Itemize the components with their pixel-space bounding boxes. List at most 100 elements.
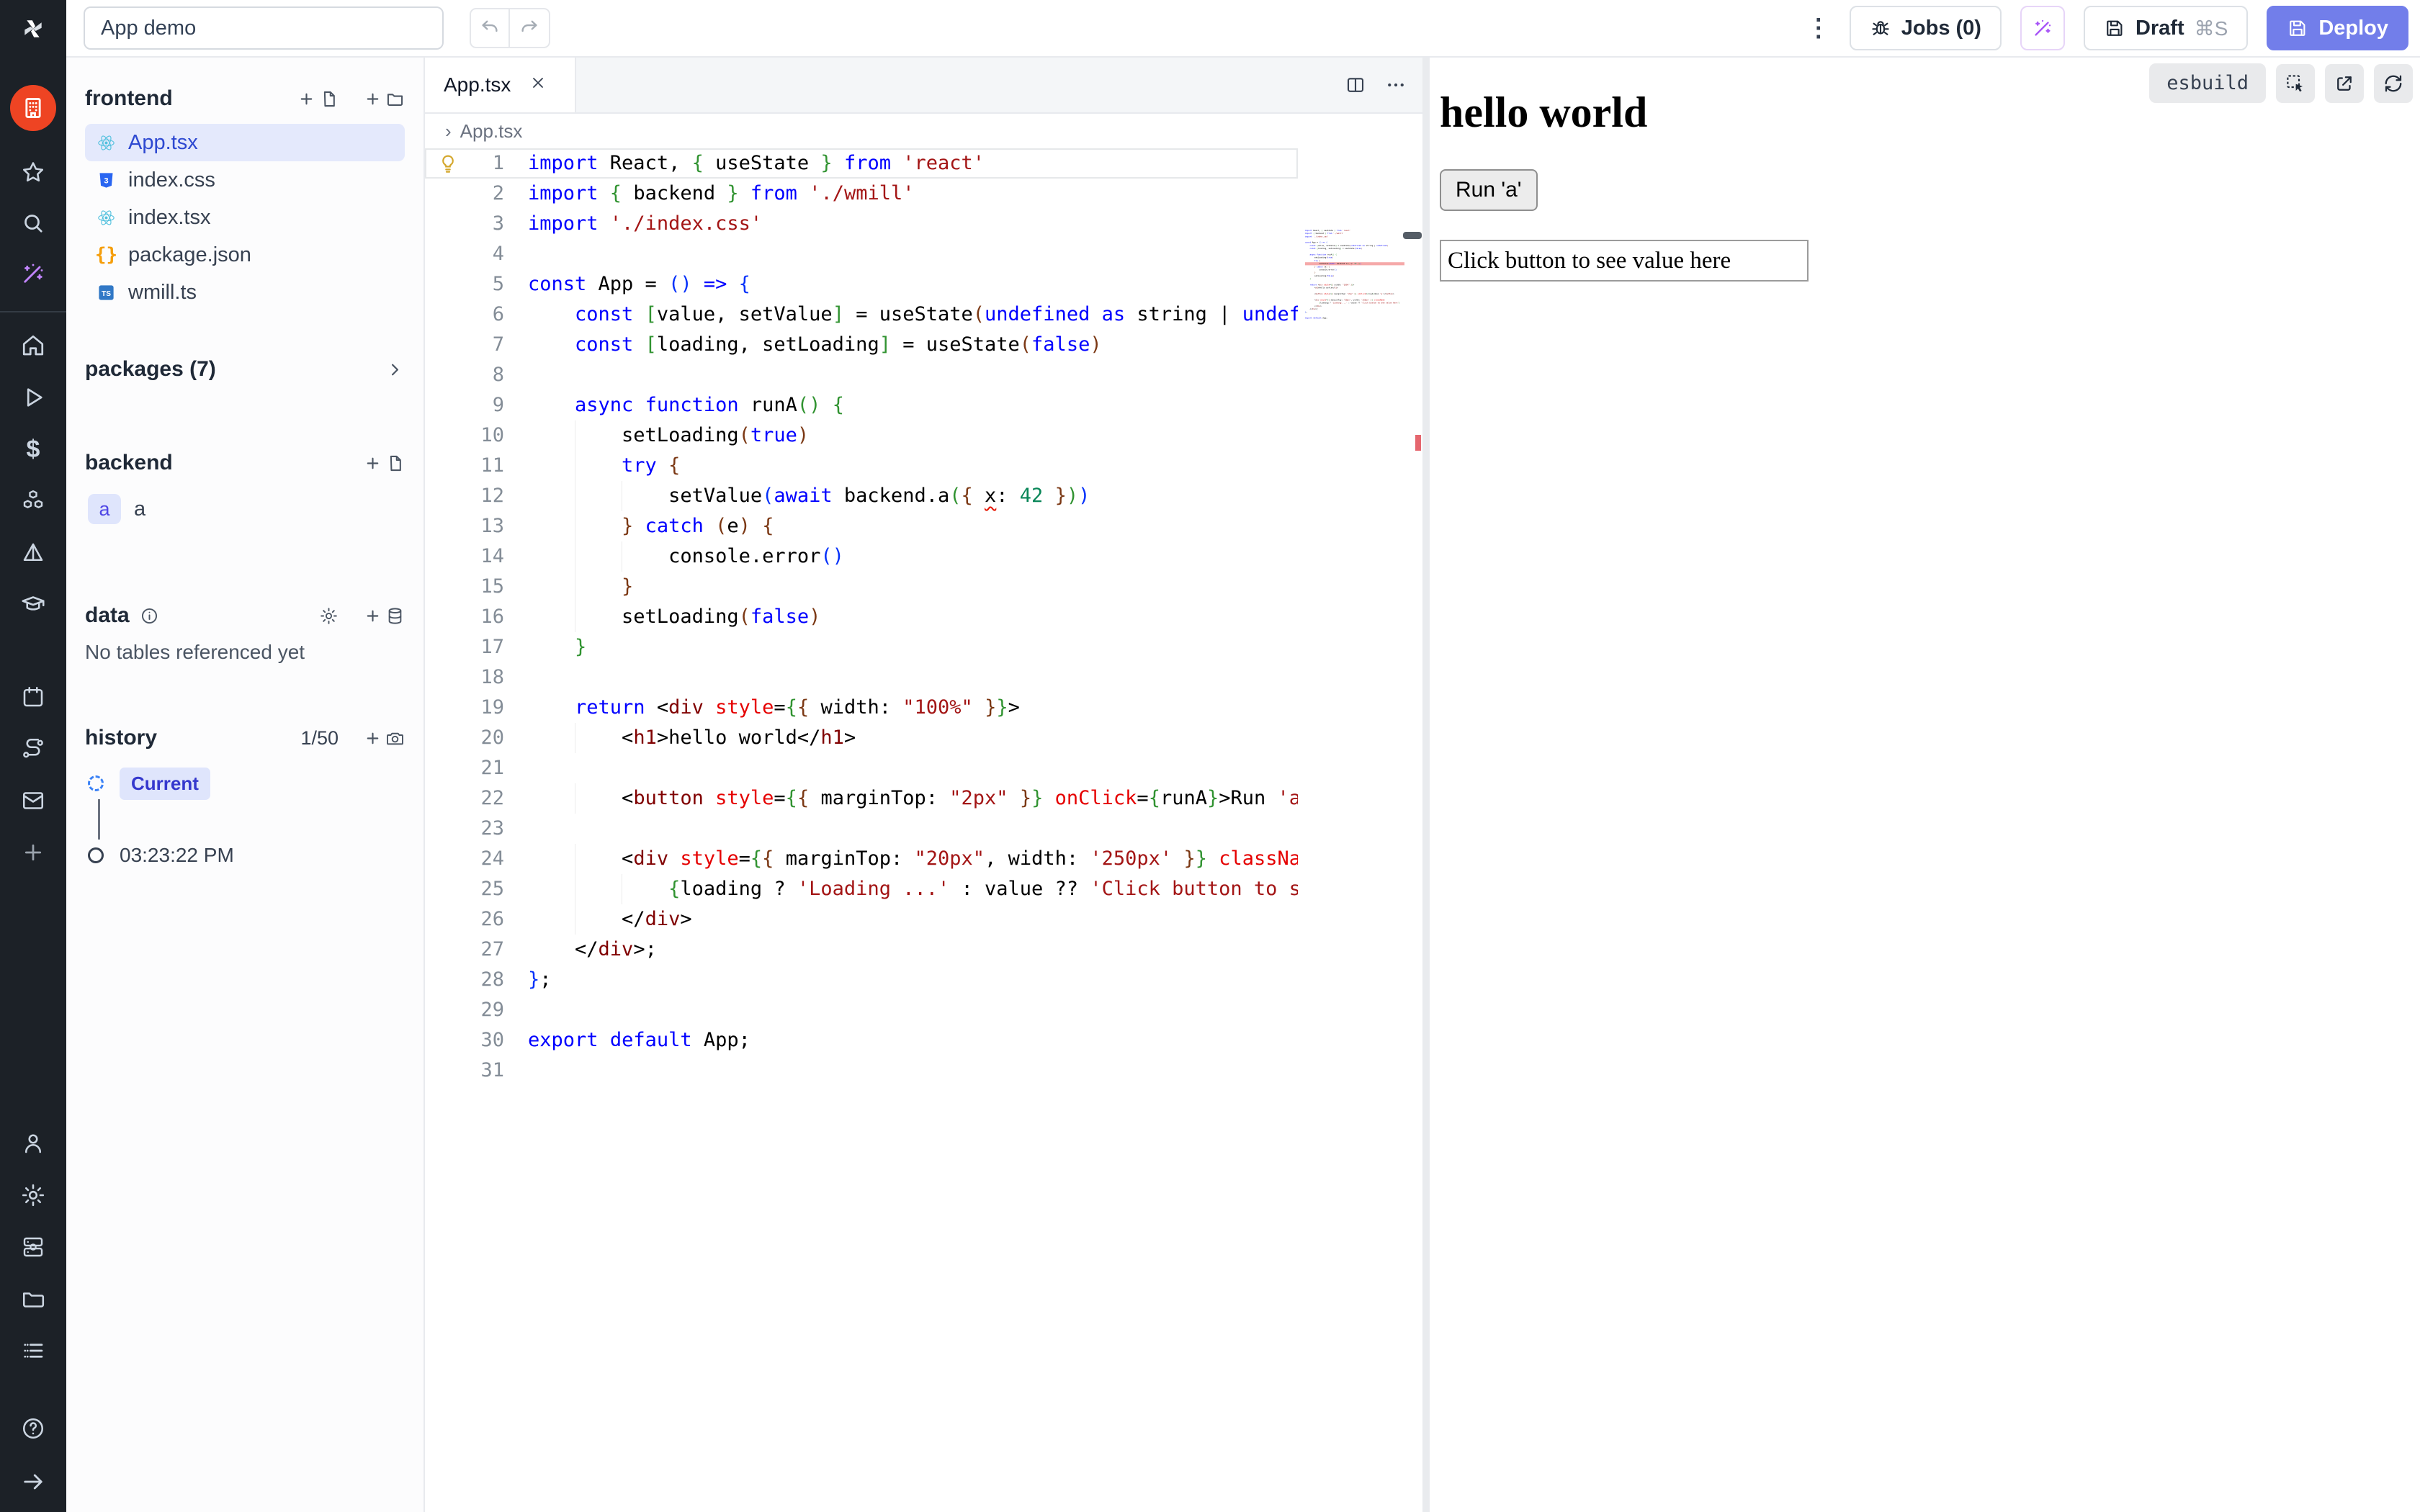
code-line-4[interactable]: 4 <box>425 239 1298 269</box>
tab-app-tsx[interactable]: App.tsx <box>425 58 576 112</box>
account-icon[interactable] <box>17 1128 49 1159</box>
code-line-14[interactable]: 14 console.error() <box>425 541 1298 572</box>
code-line-30[interactable]: 30export default App; <box>425 1025 1298 1056</box>
deploy-button[interactable]: Deploy <box>2267 6 2408 50</box>
settings-gear-icon[interactable] <box>17 1179 49 1211</box>
editor-scrollbar-thumb[interactable] <box>1403 232 1422 239</box>
code-line-18[interactable]: 18 <box>425 662 1298 693</box>
workers-icon[interactable] <box>17 1231 49 1263</box>
code-line-11[interactable]: 11 try { <box>425 451 1298 481</box>
file-item-App-tsx[interactable]: App.tsx <box>85 124 405 161</box>
split-view-icon[interactable] <box>1345 74 1366 96</box>
code-line-17[interactable]: 17 } <box>425 632 1298 662</box>
code-line-10[interactable]: 10 setLoading(true) <box>425 420 1298 451</box>
mail-icon[interactable] <box>17 785 49 816</box>
data-settings-gear-icon[interactable] <box>319 606 339 626</box>
more-options-icon[interactable] <box>1385 74 1407 96</box>
audit-list-icon[interactable] <box>17 1335 49 1367</box>
minimap[interactable]: import React, { useState } from 'react'i… <box>1305 229 1404 661</box>
inspect-element-button[interactable] <box>2276 64 2315 103</box>
code-line-7[interactable]: 7 const [loading, setLoading] = useState… <box>425 330 1298 360</box>
code-line-28[interactable]: 28}; <box>425 965 1298 995</box>
close-tab-icon[interactable] <box>529 73 547 96</box>
schedules-prism-icon[interactable] <box>17 537 49 569</box>
code-line-8[interactable]: 8 <box>425 360 1298 390</box>
add-backend-script-button[interactable] <box>363 454 405 473</box>
packages-section-header[interactable]: packages (7) <box>85 357 405 382</box>
backend-label: a <box>134 498 145 521</box>
add-table-button[interactable] <box>363 606 405 626</box>
code-line-16[interactable]: 16 setLoading(false) <box>425 602 1298 632</box>
timeline-connector <box>98 799 100 840</box>
file-item-wmill-ts[interactable]: TSwmill.ts <box>85 274 405 311</box>
code-line-1[interactable]: 1import React, { useState } from 'react' <box>425 148 1298 179</box>
workspace-button[interactable] <box>10 85 56 131</box>
add-file-button[interactable] <box>297 89 339 109</box>
code-line-31[interactable]: 31 <box>425 1056 1298 1086</box>
collapse-arrow-icon[interactable] <box>17 1466 49 1498</box>
runs-icon[interactable] <box>17 382 49 413</box>
ai-wand-icon[interactable] <box>17 258 49 289</box>
save-icon <box>2287 17 2308 39</box>
add-snapshot-button[interactable] <box>363 729 405 748</box>
backend-section-header: backend <box>85 451 405 475</box>
resources-icon[interactable] <box>17 485 49 517</box>
favorites-icon[interactable] <box>17 157 49 189</box>
code-line-19[interactable]: 19 return <div style={{ width: "100%" }}… <box>425 693 1298 723</box>
undo-button[interactable] <box>470 8 510 48</box>
tab-label: App.tsx <box>444 73 511 96</box>
code-line-5[interactable]: 5const App = () => { <box>425 269 1298 300</box>
history-entry-snapshot[interactable]: 03:23:22 PM <box>88 840 405 871</box>
jobs-button[interactable]: Jobs (0) <box>1850 6 2002 50</box>
flows-route-icon[interactable] <box>17 733 49 765</box>
code-line-6[interactable]: 6 const [value, setValue] = useState(und… <box>425 300 1298 330</box>
windmill-logo-icon[interactable] <box>17 9 49 49</box>
add-nav-item-icon[interactable] <box>17 837 49 868</box>
file-item-index-tsx[interactable]: index.tsx <box>85 199 405 236</box>
code-line-2[interactable]: 2import { backend } from './wmill' <box>425 179 1298 209</box>
tutorials-icon[interactable] <box>17 589 49 621</box>
code-line-27[interactable]: 27 </div>; <box>425 935 1298 965</box>
ai-assistant-button[interactable] <box>2020 6 2065 50</box>
add-folder-button[interactable] <box>363 89 405 109</box>
history-entry-current[interactable]: Current <box>88 768 405 799</box>
code-line-24[interactable]: 24 <div style={{ marginTop: "20px", widt… <box>425 844 1298 874</box>
pane-resize-divider[interactable] <box>1422 58 1430 1512</box>
more-menu-button[interactable]: ⋮ <box>1806 14 1831 42</box>
breadcrumb[interactable]: › App.tsx <box>425 114 1422 148</box>
schedules-icon[interactable] <box>17 681 49 713</box>
code-line-26[interactable]: 26 </div> <box>425 904 1298 935</box>
redo-icon <box>519 17 540 39</box>
code-line-20[interactable]: 20 <h1>hello world</h1> <box>425 723 1298 753</box>
code-line-22[interactable]: 22 <button style={{ marginTop: "2px" }} … <box>425 783 1298 814</box>
code-line-21[interactable]: 21 <box>425 753 1298 783</box>
code-line-29[interactable]: 29 <box>425 995 1298 1025</box>
app-name-input[interactable] <box>84 6 444 50</box>
backend-item-a[interactable]: aa <box>85 494 405 524</box>
file-item-package-json[interactable]: {}package.json <box>85 236 405 274</box>
line-number: 23 <box>425 814 504 844</box>
help-icon[interactable] <box>17 1413 49 1444</box>
code-area[interactable]: 1import React, { useState } from 'react'… <box>425 148 1422 1086</box>
run-a-button[interactable]: Run 'a' <box>1440 169 1538 211</box>
file-icon <box>385 454 405 473</box>
search-icon[interactable] <box>17 207 49 239</box>
code-line-3[interactable]: 3import './index.css' <box>425 209 1298 239</box>
refresh-preview-button[interactable] <box>2374 64 2413 103</box>
packages-title: packages (7) <box>85 357 216 382</box>
code-line-15[interactable]: 15 } <box>425 572 1298 602</box>
file-item-index-css[interactable]: 3index.css <box>85 161 405 199</box>
frontend-files: App.tsx3index.cssindex.tsx{}package.json… <box>85 124 405 311</box>
redo-button[interactable] <box>510 8 550 48</box>
code-line-12[interactable]: 12 setValue(await backend.a({ x: 42 })) <box>425 481 1298 511</box>
code-line-25[interactable]: 25 {loading ? 'Loading ...' : value ?? '… <box>425 874 1298 904</box>
plus-icon <box>363 606 382 626</box>
folders-icon[interactable] <box>17 1283 49 1315</box>
home-icon[interactable] <box>17 330 49 361</box>
open-external-button[interactable] <box>2325 64 2364 103</box>
code-line-13[interactable]: 13 } catch (e) { <box>425 511 1298 541</box>
code-line-9[interactable]: 9 async function runA() { <box>425 390 1298 420</box>
variables-icon[interactable]: $ <box>17 433 49 465</box>
code-line-23[interactable]: 23 <box>425 814 1298 844</box>
draft-button[interactable]: Draft ⌘S <box>2084 6 2248 50</box>
